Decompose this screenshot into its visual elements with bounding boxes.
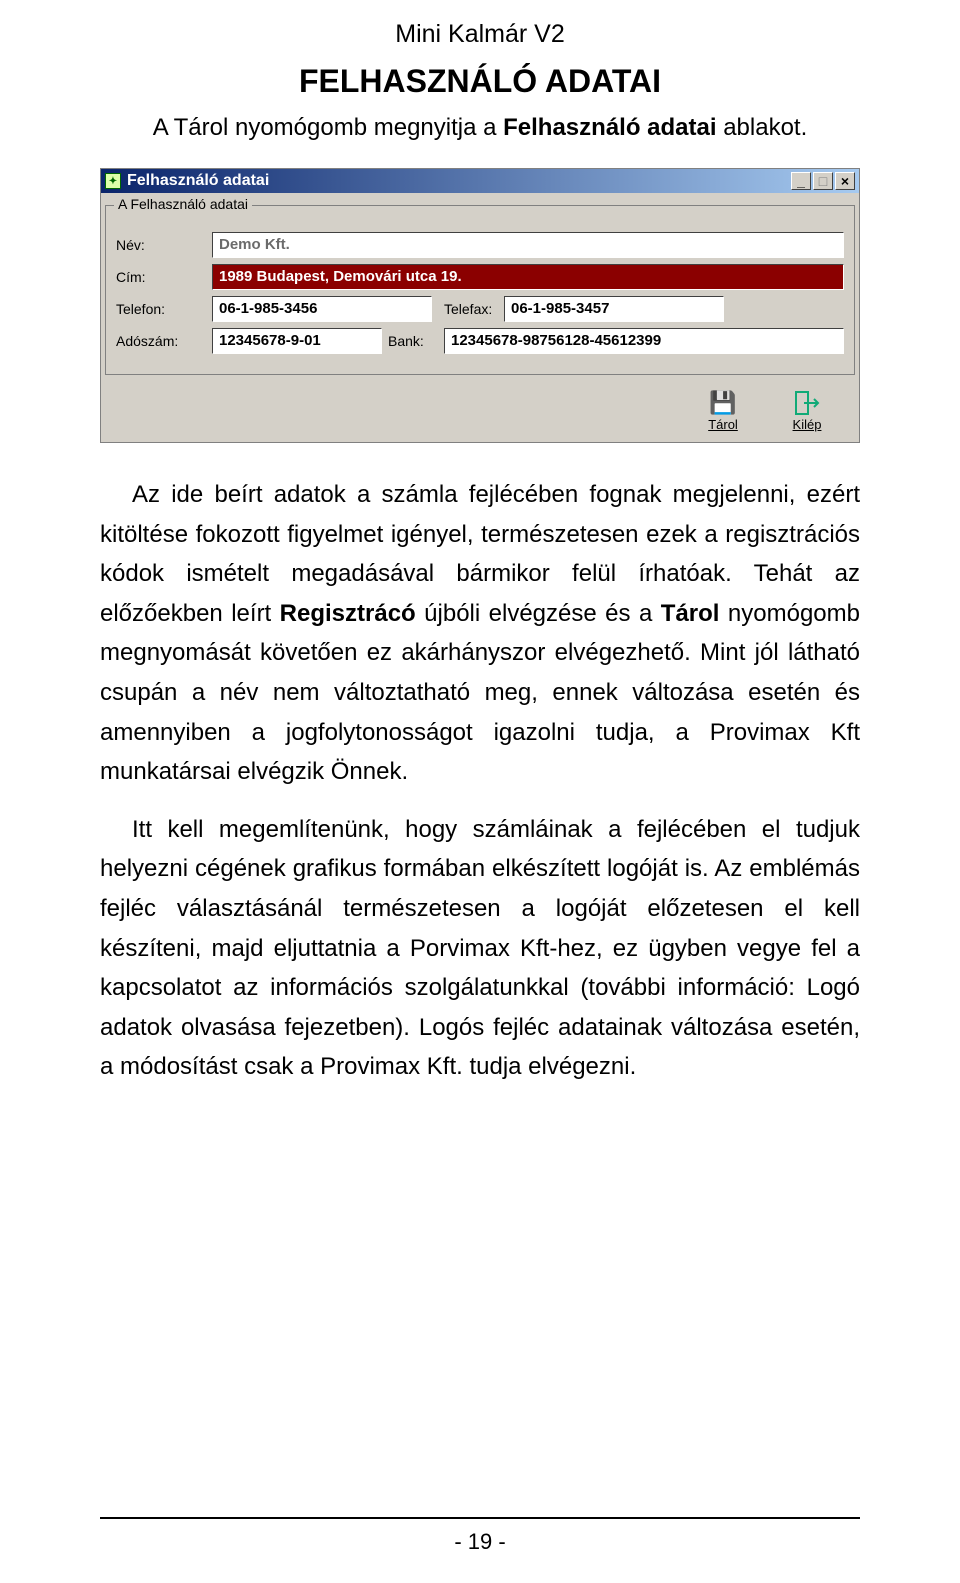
document-header: Mini Kalmár V2 [100, 20, 860, 49]
field-adoszam[interactable]: 12345678-9-01 [212, 328, 382, 354]
maximize-button: □ [813, 172, 833, 190]
subtitle-bold: Felhasználó adatai [503, 114, 716, 141]
close-button[interactable]: × [835, 172, 855, 190]
field-cim[interactable]: 1989 Budapest, Demovári utca 19. [212, 264, 844, 290]
label-cim: Cím: [116, 269, 206, 285]
window-title: Felhasználó adatai [127, 172, 791, 190]
save-label: Tárol [708, 417, 738, 432]
field-bank[interactable]: 12345678-98756128-45612399 [444, 328, 844, 354]
window-titlebar: ✦ Felhasználó adatai _ □ × [101, 169, 859, 193]
subtitle-prefix: A Tárol nyomógomb megnyitja a [153, 114, 503, 141]
exit-button[interactable]: Kilép [777, 389, 837, 432]
exit-icon [793, 389, 821, 417]
paragraph-1: Az ide beírt adatok a számla fejlécében … [100, 475, 860, 792]
save-button[interactable]: 💾 Tárol [693, 389, 753, 432]
field-telefax[interactable]: 06-1-985-3457 [504, 296, 724, 322]
groupbox-label: A Felhasználó adatai [114, 196, 252, 212]
label-nev: Név: [116, 237, 206, 253]
field-nev: Demo Kft. [212, 232, 844, 258]
label-telefon: Telefon: [116, 301, 206, 317]
page-title: FELHASZNÁLÓ ADATAI [100, 63, 860, 100]
body-text: Az ide beírt adatok a számla fejlécében … [100, 475, 860, 1087]
minimize-button[interactable]: _ [791, 172, 811, 190]
user-data-groupbox: A Felhasználó adatai Név: Demo Kft. Cím:… [105, 205, 855, 375]
p1-bold-2: Tárol [661, 600, 720, 627]
label-telefax: Telefax: [438, 301, 498, 317]
p1-part-c: újbóli elvégzése és a [416, 600, 661, 627]
label-bank: Bank: [388, 333, 438, 349]
subtitle-suffix: ablakot. [717, 114, 808, 141]
p1-bold-1: Regisztrácó [280, 600, 416, 627]
page-subtitle: A Tárol nyomógomb megnyitja a Felhasznál… [100, 114, 860, 142]
page-number: - 19 - [0, 1517, 960, 1555]
app-icon: ✦ [105, 173, 121, 189]
exit-label: Kilép [793, 417, 822, 432]
p1-part-d: nyomógomb megnyomását követően ez akárhá… [100, 600, 860, 785]
user-data-window: ✦ Felhasználó adatai _ □ × A Felhasználó… [100, 168, 860, 443]
floppy-icon: 💾 [709, 389, 737, 417]
field-telefon[interactable]: 06-1-985-3456 [212, 296, 432, 322]
label-adoszam: Adószám: [116, 333, 206, 349]
paragraph-2: Itt kell megemlítenünk, hogy számláinak … [100, 810, 860, 1087]
